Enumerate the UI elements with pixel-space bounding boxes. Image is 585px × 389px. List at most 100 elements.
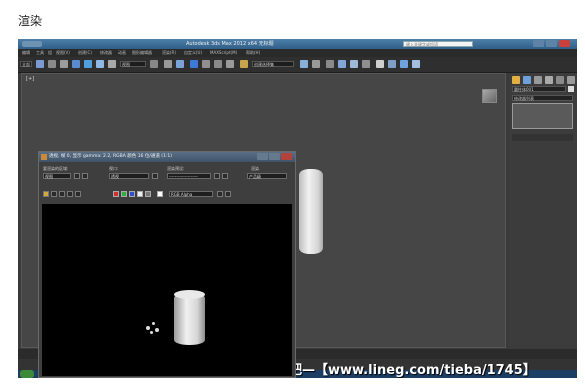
rotate-icon[interactable] — [96, 60, 104, 68]
menu-bar: 编辑 工具 组 视图(V) 创建(C) 修改器 动画 图形编辑器 渲染(R) 自… — [18, 49, 577, 57]
object-name-field[interactable]: 圆柱体001 — [512, 86, 566, 92]
rendered-frame-icon[interactable] — [400, 60, 408, 68]
maximize-button[interactable] — [546, 40, 557, 47]
menu-item[interactable]: 工具 — [36, 49, 44, 57]
pivot-icon[interactable] — [150, 60, 158, 68]
menu-item[interactable]: 视图(V) — [56, 49, 70, 57]
search-input[interactable]: 键入关键字或短语 — [403, 41, 473, 47]
clone-frame-icon[interactable] — [59, 191, 65, 197]
channel-display-icon[interactable] — [217, 191, 223, 197]
utilities-tab-icon[interactable] — [567, 76, 575, 84]
graphite-ribbon-icon[interactable] — [338, 60, 346, 68]
rendered-cylinder-top — [174, 290, 205, 299]
minimize-button[interactable] — [533, 40, 544, 47]
lock-viewport-icon[interactable] — [152, 173, 158, 179]
rect-selection-icon[interactable] — [60, 60, 68, 68]
start-button[interactable] — [20, 370, 34, 378]
render-close-button[interactable] — [281, 153, 292, 160]
area-to-render-dropdown[interactable]: 视图 — [43, 173, 71, 179]
object-color-swatch[interactable] — [568, 86, 574, 92]
modifier-list-dropdown[interactable]: 修改器列表 — [512, 95, 573, 101]
menu-item[interactable]: 组 — [48, 49, 52, 57]
motion-tab-icon[interactable] — [545, 76, 553, 84]
edit-region-icon[interactable] — [74, 173, 80, 179]
environment-icon[interactable] — [222, 173, 228, 179]
menu-item[interactable]: 编辑 — [22, 49, 30, 57]
rendered-cylinder — [174, 293, 205, 345]
close-button[interactable] — [559, 40, 570, 47]
render-preset-label: 渲染预设: — [167, 166, 185, 171]
modify-tab-icon[interactable] — [523, 76, 531, 84]
render-setup-icon-rf[interactable] — [214, 173, 220, 179]
save-image-icon[interactable] — [43, 191, 49, 197]
blue-channel-toggle[interactable] — [129, 191, 135, 197]
reference-coord-dropdown[interactable]: 视图 — [120, 61, 146, 67]
schematic-view-icon[interactable] — [362, 60, 370, 68]
menu-item[interactable]: 修改器 — [100, 49, 112, 57]
channel-dropdown[interactable]: RGB Alpha — [169, 191, 213, 197]
green-channel-toggle[interactable] — [121, 191, 127, 197]
copy-image-icon[interactable] — [51, 191, 57, 197]
render-maximize-button[interactable] — [269, 153, 280, 160]
spinner-snap-icon[interactable] — [226, 60, 234, 68]
menu-item[interactable]: 渲染(R) — [162, 49, 176, 57]
page-heading: 渲染 — [18, 14, 43, 28]
clear-image-icon[interactable] — [75, 191, 81, 197]
snaps-toggle-icon[interactable] — [190, 60, 198, 68]
scale-icon[interactable] — [108, 60, 116, 68]
render-minimize-button[interactable] — [257, 153, 268, 160]
alpha-channel-toggle[interactable] — [137, 191, 143, 197]
menu-item[interactable]: 动画 — [118, 49, 126, 57]
render-preset-dropdown[interactable]: -------------------- — [167, 173, 211, 179]
select-by-name-icon[interactable] — [48, 60, 56, 68]
move-icon[interactable] — [84, 60, 92, 68]
title-bar: Autodesk 3ds Max 2012 x64 无标题 键入关键字或短语 — [18, 39, 577, 49]
auto-region-icon[interactable] — [82, 173, 88, 179]
menu-item[interactable]: 自定义(U) — [184, 49, 202, 57]
rendered-frame-window: 透视, 帧 0, 显示 gamma: 2.2, RGBA 颜色 16 位/通道 … — [38, 151, 296, 378]
render-type-dropdown[interactable]: 产品级 — [247, 173, 287, 179]
layer-manager-icon[interactable] — [326, 60, 334, 68]
mirror-icon[interactable] — [300, 60, 308, 68]
render-label: 渲染 — [251, 166, 259, 171]
curve-editor-icon[interactable] — [350, 60, 358, 68]
angle-snap-icon[interactable] — [202, 60, 210, 68]
menu-item[interactable]: 图形编辑器 — [132, 49, 152, 57]
render-window-icon — [41, 154, 47, 160]
display-tab-icon[interactable] — [556, 76, 564, 84]
select-object-icon[interactable] — [36, 60, 44, 68]
app-screenshot: Autodesk 3ds Max 2012 x64 无标题 键入关键字或短语 编… — [18, 39, 577, 378]
material-editor-icon[interactable] — [376, 60, 384, 68]
keyboard-shortcut-icon[interactable] — [176, 60, 184, 68]
red-channel-toggle[interactable] — [113, 191, 119, 197]
named-selection-dropdown[interactable]: 创建选择集 — [252, 61, 294, 67]
menu-item[interactable]: 帮助(H) — [246, 49, 260, 57]
menu-item[interactable]: MAXScript(M) — [210, 49, 237, 57]
print-image-icon[interactable] — [67, 191, 73, 197]
viewport-dropdown[interactable]: 透视 — [109, 173, 149, 179]
menu-item[interactable]: 创建(C) — [78, 49, 92, 57]
render-production-icon[interactable] — [412, 60, 420, 68]
render-artifact — [152, 322, 155, 325]
render-setup-icon[interactable] — [388, 60, 396, 68]
quick-access-toolbar[interactable] — [22, 41, 42, 47]
cylinder-object[interactable] — [299, 169, 323, 254]
select-manipulate-icon[interactable] — [164, 60, 172, 68]
hierarchy-tab-icon[interactable] — [534, 76, 542, 84]
modifier-stack[interactable] — [512, 103, 573, 129]
filter-dropdown[interactable]: 全部 — [20, 61, 32, 67]
render-artifact — [146, 326, 150, 330]
toggle-ui-icon[interactable] — [225, 191, 231, 197]
monochrome-toggle[interactable] — [145, 191, 151, 197]
viewcube-icon[interactable] — [482, 89, 497, 103]
render-window-titlebar: 透视, 帧 0, 显示 gamma: 2.2, RGBA 颜色 16 位/通道 … — [39, 152, 295, 162]
stack-tools-row[interactable] — [512, 134, 573, 141]
edit-named-selection-icon[interactable] — [240, 60, 248, 68]
create-tab-icon[interactable] — [512, 76, 520, 84]
viewport-label[interactable]: [+] — [26, 76, 34, 82]
background-color-swatch[interactable] — [157, 191, 163, 197]
main-toolbar: 全部 视图 创建选择集 — [18, 57, 577, 73]
window-crossing-icon[interactable] — [72, 60, 80, 68]
percent-snap-icon[interactable] — [214, 60, 222, 68]
align-icon[interactable] — [312, 60, 320, 68]
